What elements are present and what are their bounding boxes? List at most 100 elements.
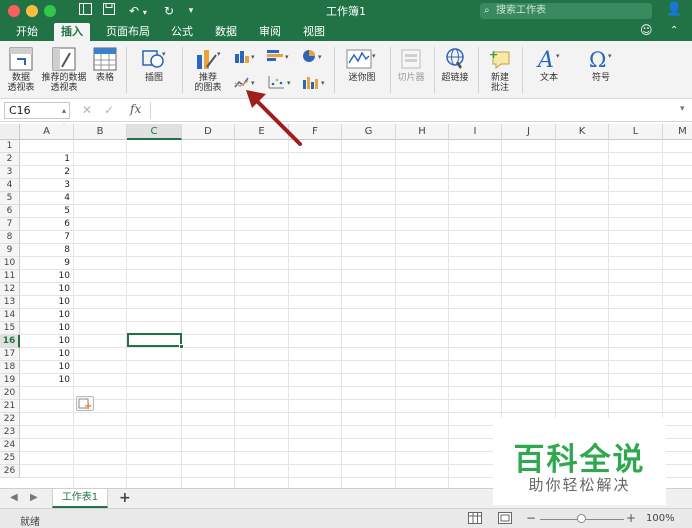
sheet-tab-active[interactable]: 工作表1 xyxy=(52,489,108,508)
row-header-10[interactable]: 10 xyxy=(0,257,20,270)
prev-sheet-icon[interactable]: ◀ xyxy=(10,492,18,503)
column-header-h[interactable]: H xyxy=(396,124,449,140)
bar-chart-icon[interactable]: ▾ xyxy=(266,49,292,66)
symbol-button[interactable]: Ω ▾ 符号 xyxy=(582,47,620,83)
new-comment-icon: + xyxy=(489,48,510,70)
cell-a2[interactable]: 1 xyxy=(20,153,72,166)
column-header-m[interactable]: M xyxy=(663,124,692,140)
pie-chart-icon[interactable]: ▾ xyxy=(302,49,326,66)
row-header-4[interactable]: 4 xyxy=(0,179,20,192)
tab-review[interactable]: 审阅 xyxy=(252,23,288,41)
row-header-26[interactable]: 26 xyxy=(0,465,20,478)
tab-home[interactable]: 开始 xyxy=(8,23,46,41)
cell-a4[interactable]: 3 xyxy=(20,179,72,192)
slicer-button[interactable]: 切片器 xyxy=(394,47,428,83)
name-box[interactable]: C16 ▴▾ xyxy=(4,102,70,130)
row-header-20[interactable]: 20 xyxy=(0,387,20,400)
row-header-21[interactable]: 21 xyxy=(0,400,20,413)
row-header-9[interactable]: 9 xyxy=(0,244,20,257)
select-all-corner[interactable] xyxy=(0,124,20,140)
active-cell-selection[interactable] xyxy=(127,333,182,347)
row-header-17[interactable]: 17 xyxy=(0,348,20,361)
next-sheet-icon[interactable]: ▶ xyxy=(30,492,38,503)
text-button[interactable]: A ▾ 文本 xyxy=(528,47,570,83)
normal-view-icon[interactable] xyxy=(468,512,484,525)
column-header-g[interactable]: G xyxy=(342,124,396,140)
cell-a7[interactable]: 6 xyxy=(20,218,72,231)
page-layout-view-icon[interactable] xyxy=(498,512,514,525)
row-header-18[interactable]: 18 xyxy=(0,361,20,374)
row-header-8[interactable]: 8 xyxy=(0,231,20,244)
illustrations-button[interactable]: ▾ 插图 xyxy=(136,47,172,83)
row-header-2[interactable]: 2 xyxy=(0,153,20,166)
cell-a8[interactable]: 7 xyxy=(20,231,72,244)
row-header-1[interactable]: 1 xyxy=(0,140,20,153)
new-comment-button[interactable]: + 新建 批注 xyxy=(484,47,516,93)
zoom-slider-thumb[interactable] xyxy=(577,514,586,523)
cell-a10[interactable]: 9 xyxy=(20,257,72,270)
column-header-j[interactable]: J xyxy=(502,124,556,140)
column-header-i[interactable]: I xyxy=(449,124,502,140)
cell-a9[interactable]: 8 xyxy=(20,244,72,257)
cell-a12[interactable]: 10 xyxy=(20,283,72,296)
row-header-22[interactable]: 22 xyxy=(0,413,20,426)
pivot-table-button[interactable]: 数据 透视表 xyxy=(4,47,38,93)
cell-a6[interactable]: 5 xyxy=(20,205,72,218)
zoom-out-button[interactable]: − xyxy=(526,511,536,525)
row-header-14[interactable]: 14 xyxy=(0,309,20,322)
row-header-19[interactable]: 19 xyxy=(0,374,20,387)
sparklines-button[interactable]: ▾ 迷你图 xyxy=(340,47,384,83)
expand-formula-bar-icon[interactable]: ▾ xyxy=(680,104,685,114)
ribbon-collapse-icon[interactable]: ⌃ xyxy=(670,25,678,36)
row-header-13[interactable]: 13 xyxy=(0,296,20,309)
tab-data[interactable]: 数据 xyxy=(208,23,244,41)
row-header-24[interactable]: 24 xyxy=(0,439,20,452)
tab-view[interactable]: 视图 xyxy=(296,23,332,41)
zoom-in-button[interactable]: + xyxy=(626,511,636,525)
row-header-15[interactable]: 15 xyxy=(0,322,20,335)
cell-a15[interactable]: 10 xyxy=(20,322,72,335)
cell-a14[interactable]: 10 xyxy=(20,309,72,322)
row-header-25[interactable]: 25 xyxy=(0,452,20,465)
tab-page-layout[interactable]: 页面布局 xyxy=(98,23,158,41)
share-icon[interactable]: 👤 xyxy=(666,2,682,17)
column-header-b[interactable]: B xyxy=(74,124,127,140)
row-header-16[interactable]: 16 xyxy=(0,335,20,348)
tab-insert[interactable]: 插入 xyxy=(54,23,90,41)
search-sheet-input[interactable]: ⌕ 搜索工作表 xyxy=(480,3,652,19)
recommended-pivot-button[interactable]: 推荐的数据 透视表 xyxy=(40,47,88,93)
row-header-6[interactable]: 6 xyxy=(0,205,20,218)
tab-formulas[interactable]: 公式 xyxy=(164,23,200,41)
hyperlink-button[interactable]: 超链接 xyxy=(438,47,472,83)
column-header-k[interactable]: K xyxy=(556,124,609,140)
table-button[interactable]: 表格 xyxy=(92,47,118,83)
insert-function-button[interactable]: fx xyxy=(130,102,141,116)
recommended-charts-button[interactable]: ▾ 推荐 的图表 xyxy=(188,47,228,93)
row-header-12[interactable]: 12 xyxy=(0,283,20,296)
cell-a18[interactable]: 10 xyxy=(20,361,72,374)
column-chart-icon[interactable]: ▾ xyxy=(234,49,258,66)
cell-a13[interactable]: 10 xyxy=(20,296,72,309)
cell-a3[interactable]: 2 xyxy=(20,166,72,179)
cell-a11[interactable]: 10 xyxy=(20,270,72,283)
row-header-23[interactable]: 23 xyxy=(0,426,20,439)
fill-handle[interactable] xyxy=(179,344,184,349)
column-header-d[interactable]: D xyxy=(182,124,235,140)
cancel-entry-icon[interactable]: ✕ xyxy=(82,103,92,117)
paste-options-icon[interactable]: + xyxy=(76,396,94,412)
formula-input[interactable] xyxy=(150,102,680,119)
feedback-smiley-icon[interactable]: ☺ xyxy=(640,23,653,37)
column-header-a[interactable]: A xyxy=(20,124,74,140)
row-header-3[interactable]: 3 xyxy=(0,166,20,179)
row-header-5[interactable]: 5 xyxy=(0,192,20,205)
confirm-entry-icon[interactable]: ✓ xyxy=(104,103,114,117)
row-header-7[interactable]: 7 xyxy=(0,218,20,231)
cell-a19[interactable]: 10 xyxy=(20,374,72,387)
row-header-11[interactable]: 11 xyxy=(0,270,20,283)
add-sheet-button[interactable]: + xyxy=(119,490,131,506)
column-header-c[interactable]: C xyxy=(127,124,182,140)
column-header-l[interactable]: L xyxy=(609,124,663,140)
cell-a5[interactable]: 4 xyxy=(20,192,72,205)
cell-a16[interactable]: 10 xyxy=(20,335,72,348)
cell-a17[interactable]: 10 xyxy=(20,348,72,361)
